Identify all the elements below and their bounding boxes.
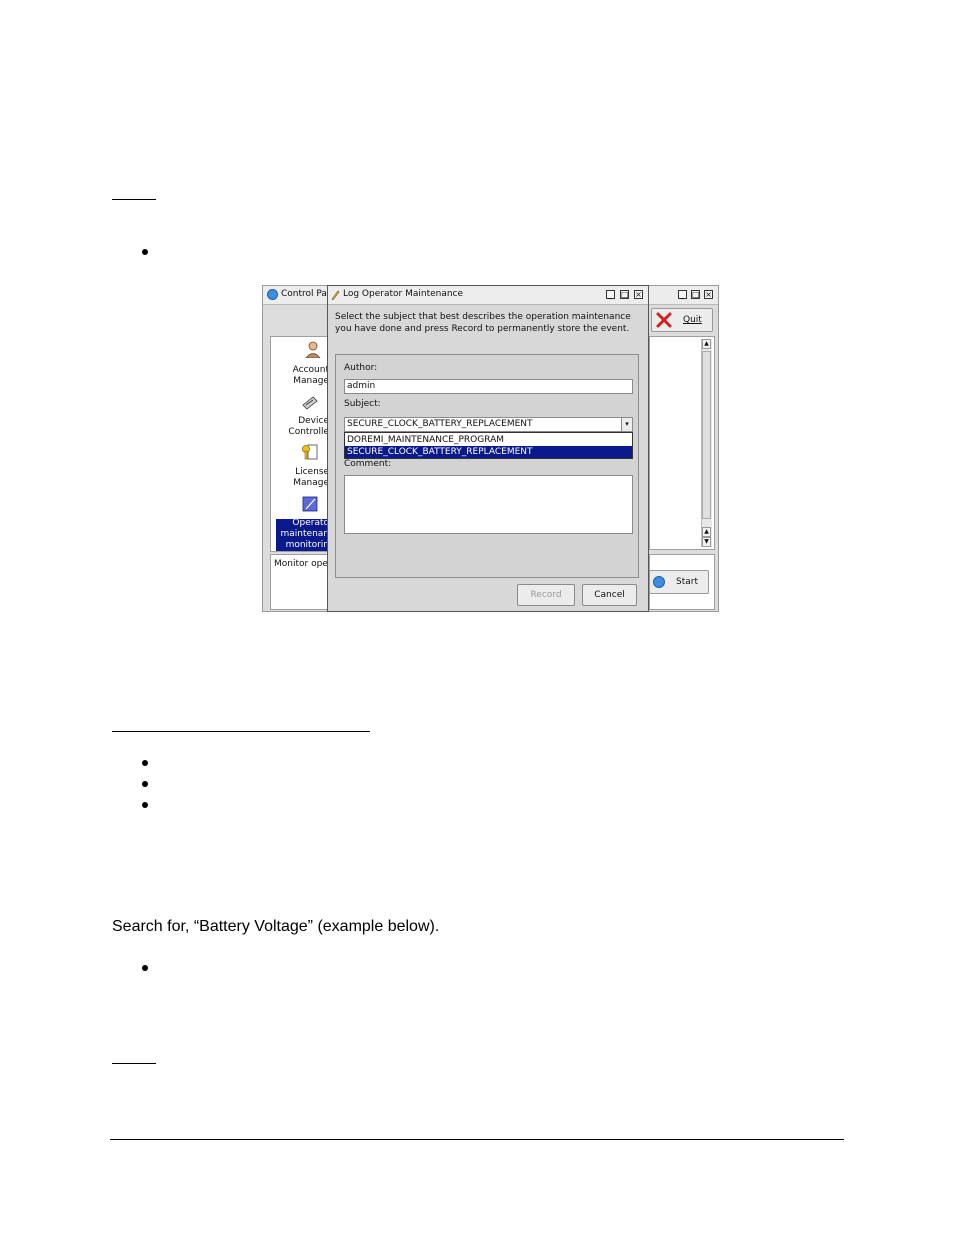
dropdown-option-selected[interactable]: SECURE_CLOCK_BATTERY_REPLACEMENT	[345, 446, 632, 458]
dropdown-option[interactable]: DOREMI_MAINTENANCE_PROGRAM	[345, 434, 632, 446]
minimize-icon[interactable]: _	[678, 290, 687, 299]
quit-label: Quit	[683, 315, 702, 325]
section-underline-1	[112, 199, 156, 200]
pencil-icon	[331, 290, 340, 300]
log-operator-maintenance-dialog: Log Operator Maintenance _ □ × Select th…	[327, 285, 649, 612]
account-icon	[305, 341, 321, 358]
subject-select[interactable]: SECURE_CLOCK_BATTERY_REPLACEMENT ▾	[344, 417, 633, 432]
bullet	[142, 965, 148, 971]
chevron-down-icon[interactable]: ▾	[621, 418, 632, 431]
section-underline-2	[112, 731, 370, 732]
start-icon	[653, 576, 665, 588]
device-icon	[302, 396, 318, 410]
dialog-titlebar: Log Operator Maintenance _ □ ×	[328, 286, 648, 305]
sidebar-item-device[interactable]: Device Controlle	[271, 416, 327, 438]
license-icon	[302, 444, 318, 460]
scroll-up-icon-lower[interactable]: ▲	[702, 527, 711, 537]
scroll-down-icon[interactable]: ▼	[702, 537, 711, 547]
dialog-description: Select the subject that best describes t…	[335, 311, 645, 335]
close-icon[interactable]: ×	[704, 290, 713, 299]
comment-label: Comment:	[344, 459, 392, 469]
dialog-title: Log Operator Maintenance	[343, 289, 464, 299]
comment-field[interactable]	[344, 475, 633, 534]
sidebar-item-operator[interactable]: Operato maintenan monitorin	[271, 518, 327, 551]
scroll-up-icon[interactable]: ▲	[702, 339, 711, 349]
start-button[interactable]: Start	[649, 570, 709, 594]
form-frame: Author: admin Subject: SECURE_CLOCK_BATT…	[335, 354, 639, 578]
monitor-text: Monitor ope	[274, 559, 328, 569]
dialog-minimize-icon[interactable]: _	[606, 290, 615, 299]
operator-maintenance-icon	[302, 496, 318, 512]
scroll-thumb[interactable]	[702, 351, 711, 519]
quit-icon	[656, 312, 672, 328]
monitor-panel: Monitor ope	[270, 554, 328, 610]
sidebar-item-account[interactable]: Account Manage	[271, 365, 327, 387]
author-field[interactable]: admin	[344, 379, 633, 394]
app-icon	[267, 289, 278, 300]
quit-button[interactable]: Quit	[651, 308, 713, 332]
dialog-close-icon[interactable]: ×	[634, 290, 643, 299]
section-underline-3	[112, 1063, 156, 1064]
subject-label: Subject:	[344, 399, 381, 409]
log-list-panel: ▲ ▲ ▼	[649, 336, 715, 550]
start-label: Start	[676, 577, 698, 587]
subject-value: SECURE_CLOCK_BATTERY_REPLACEMENT	[347, 419, 533, 429]
author-label: Author:	[344, 363, 378, 373]
record-button[interactable]: Record	[517, 584, 575, 606]
bullet	[142, 781, 148, 787]
bullet	[142, 802, 148, 808]
vertical-scrollbar[interactable]: ▲ ▲ ▼	[701, 339, 712, 547]
sidebar-item-license[interactable]: License Manage	[271, 467, 327, 489]
footer-rule	[110, 1139, 844, 1140]
cancel-button[interactable]: Cancel	[582, 584, 637, 606]
embedded-screenshot: Control Pa _ □ × Account Manage Device C…	[262, 285, 719, 612]
sidebar: Account Manage Device Controlle License …	[270, 336, 328, 552]
body-paragraph: Search for, “Battery Voltage” (example b…	[112, 918, 440, 935]
subject-dropdown-list[interactable]: DOREMI_MAINTENANCE_PROGRAM SECURE_CLOCK_…	[344, 432, 633, 459]
bullet	[142, 760, 148, 766]
dialog-maximize-icon[interactable]: □	[620, 290, 629, 299]
description-line-1: Select the subject that best describes t…	[335, 312, 631, 322]
maximize-icon[interactable]: □	[691, 290, 700, 299]
control-panel-title: Control Pa	[281, 289, 327, 299]
cancel-label: Cancel	[594, 590, 625, 600]
bullet	[142, 249, 148, 255]
description-line-2: you have done and press Record to perman…	[335, 324, 630, 334]
